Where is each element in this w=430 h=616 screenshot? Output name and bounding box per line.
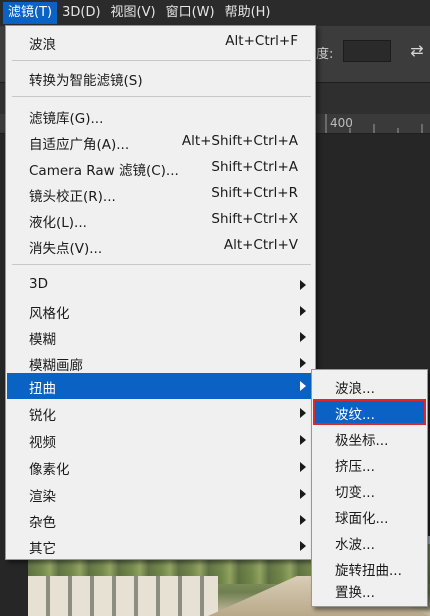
submenu-item-label: 球面化...	[335, 511, 389, 527]
submenu-item-label: 置换...	[335, 585, 375, 601]
menu-bar: 滤镜(T) 3D(D) 视图(V) 窗口(W) 帮助(H)	[0, 0, 430, 26]
submenu-item-label: 极坐标...	[335, 433, 389, 449]
menubar-filter[interactable]: 滤镜(T)	[3, 2, 58, 24]
menu-item-label: 渲染	[29, 489, 56, 505]
submenu-item-shear[interactable]: 切变...	[313, 477, 426, 503]
swap-arrows-icon[interactable]: ⇄	[406, 42, 428, 60]
menu-item-blur[interactable]: 模糊	[7, 324, 314, 350]
menu-item-adaptive-wide-angle[interactable]: 自适应广角(A)... Alt+Shift+Ctrl+A	[7, 129, 314, 155]
menu-item-vanishing-point[interactable]: 消失点(V)... Alt+Ctrl+V	[7, 233, 314, 259]
menu-item-label: 模糊画廊	[29, 358, 83, 374]
menu-item-convert-smart-filter[interactable]: 转换为智能滤镜(S)	[7, 65, 314, 91]
options-label: 度:	[316, 47, 334, 62]
filter-menu: 波浪 Alt+Ctrl+F 转换为智能滤镜(S) 滤镜库(G)... 自适应广角…	[5, 25, 316, 560]
menu-item-label: 杂色	[29, 515, 56, 531]
menu-item-shortcut: Alt+Ctrl+V	[223, 237, 298, 253]
submenu-item-label: 旋转扭曲...	[335, 563, 402, 579]
menu-item-3d[interactable]: 3D	[7, 272, 314, 298]
menu-item-shortcut: Alt+Ctrl+F	[225, 33, 298, 49]
menubar-3d[interactable]: 3D(D)	[57, 2, 105, 24]
submenu-item-label: 水波...	[335, 537, 375, 553]
menu-item-shortcut: Shift+Ctrl+A	[211, 159, 298, 175]
menu-item-camera-raw[interactable]: Camera Raw 滤镜(C)... Shift+Ctrl+A	[7, 155, 314, 181]
submenu-arrow-icon	[300, 332, 306, 342]
menu-item-filter-gallery[interactable]: 滤镜库(G)...	[7, 103, 314, 129]
submenu-arrow-icon	[300, 306, 306, 316]
menu-item-label: Camera Raw 滤镜(C)...	[29, 163, 179, 179]
distort-submenu: 波浪... 波纹... 极坐标... 挤压... 切变... 球面化... 水波…	[311, 369, 428, 607]
submenu-item-ripple[interactable]: 波纹...	[313, 399, 426, 425]
menu-item-shortcut: Shift+Ctrl+R	[211, 185, 298, 201]
submenu-arrow-icon	[300, 462, 306, 472]
options-input[interactable]	[343, 40, 391, 62]
menu-item-render[interactable]: 渲染	[7, 481, 314, 507]
submenu-arrow-icon	[300, 408, 306, 418]
menu-separator	[12, 264, 311, 265]
submenu-item-displace[interactable]: 置换...	[313, 579, 426, 605]
submenu-item-pinch[interactable]: 挤压...	[313, 451, 426, 477]
menu-item-label: 风格化	[29, 306, 70, 322]
submenu-arrow-icon	[300, 435, 306, 445]
submenu-arrow-icon	[300, 381, 306, 391]
menu-item-pixelate[interactable]: 像素化	[7, 454, 314, 480]
menu-item-label: 3D	[29, 276, 48, 292]
menubar-help[interactable]: 帮助(H)	[220, 2, 276, 24]
submenu-arrow-icon	[300, 358, 306, 368]
menubar-window[interactable]: 窗口(W)	[161, 2, 220, 24]
menu-item-sharpen[interactable]: 锐化	[7, 400, 314, 426]
menu-item-label: 消失点(V)...	[29, 241, 103, 257]
menu-item-distort[interactable]: 扭曲	[7, 373, 314, 399]
menu-item-label: 扭曲	[29, 381, 56, 397]
menu-item-label: 锐化	[29, 408, 56, 424]
submenu-arrow-icon	[300, 489, 306, 499]
submenu-arrow-icon	[300, 541, 306, 551]
menu-item-label: 滤镜库(G)...	[29, 111, 104, 127]
menu-item-stylize[interactable]: 风格化	[7, 298, 314, 324]
submenu-item-zigzag[interactable]: 水波...	[313, 529, 426, 555]
menu-item-label: 模糊	[29, 332, 56, 348]
menu-item-video[interactable]: 视频	[7, 427, 314, 453]
submenu-item-label: 波浪...	[335, 381, 375, 397]
submenu-arrow-icon	[300, 280, 306, 290]
menu-item-label: 其它	[29, 541, 56, 557]
menu-item-label: 液化(L)...	[29, 215, 87, 231]
menu-item-last-filter[interactable]: 波浪 Alt+Ctrl+F	[7, 29, 314, 55]
submenu-item-wave[interactable]: 波浪...	[313, 373, 426, 399]
menu-item-lens-correction[interactable]: 镜头校正(R)... Shift+Ctrl+R	[7, 181, 314, 207]
menu-item-label: 镜头校正(R)...	[29, 189, 116, 205]
menu-item-label: 自适应广角(A)...	[29, 137, 130, 153]
menu-item-noise[interactable]: 杂色	[7, 507, 314, 533]
menu-item-label: 波浪	[29, 37, 56, 53]
submenu-item-label: 波纹...	[335, 407, 375, 423]
menu-item-shortcut: Alt+Shift+Ctrl+A	[181, 133, 298, 149]
menu-separator	[12, 60, 311, 61]
menu-item-shortcut: Shift+Ctrl+X	[211, 211, 298, 227]
ruler-label: 400	[330, 116, 353, 130]
menu-item-liquify[interactable]: 液化(L)... Shift+Ctrl+X	[7, 207, 314, 233]
menu-item-label: 像素化	[29, 462, 70, 478]
submenu-item-label: 切变...	[335, 485, 375, 501]
submenu-arrow-icon	[300, 515, 306, 525]
submenu-item-spherize[interactable]: 球面化...	[313, 503, 426, 529]
menu-separator	[12, 96, 311, 97]
menubar-view[interactable]: 视图(V)	[106, 2, 161, 24]
menu-item-other[interactable]: 其它	[7, 533, 314, 559]
menu-item-label: 转换为智能滤镜(S)	[29, 73, 143, 89]
submenu-item-polar-coordinates[interactable]: 极坐标...	[313, 425, 426, 451]
submenu-item-twirl[interactable]: 旋转扭曲...	[313, 555, 426, 581]
menu-item-label: 视频	[29, 435, 56, 451]
submenu-item-label: 挤压...	[335, 459, 375, 475]
